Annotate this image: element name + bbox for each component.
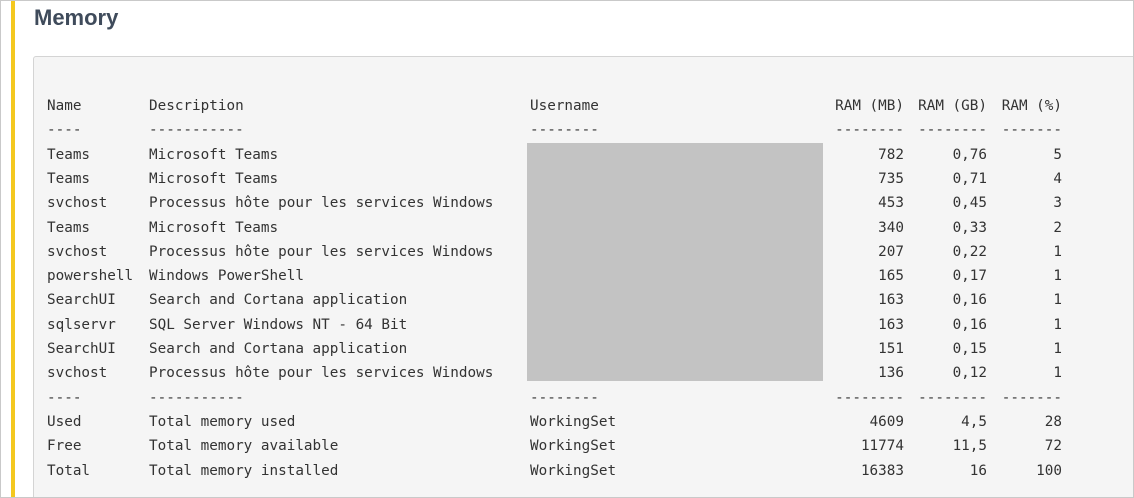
description-cell: Search and Cortana application bbox=[149, 341, 408, 357]
name-cell: Total bbox=[47, 462, 91, 479]
ram-pct-cell: 100 bbox=[1036, 462, 1062, 479]
ram-mb-cell: 151 bbox=[878, 341, 904, 357]
ram-gb-cell: 0,33 bbox=[952, 219, 987, 236]
name-cell: Teams bbox=[47, 146, 91, 163]
description-cell: Search and Cortana application bbox=[149, 292, 408, 309]
description-cell: SQL Server Windows NT - 64 Bit bbox=[149, 316, 408, 333]
ram-gb-cell: 0,17 bbox=[952, 268, 987, 285]
ram-gb-cell: 0,12 bbox=[952, 365, 987, 382]
ram-mb-cell: 165 bbox=[878, 268, 904, 285]
ram-pct-cell: 1 bbox=[1053, 292, 1062, 309]
ram-mb-cell: 453 bbox=[878, 195, 904, 212]
name-cell: ---- bbox=[47, 389, 82, 406]
ram-gb-cell: -------- bbox=[918, 389, 987, 406]
description-cell: Microsoft Teams bbox=[149, 146, 279, 163]
ram-pct-cell: 28 bbox=[1044, 413, 1062, 430]
username-cell: -------- bbox=[530, 122, 599, 139]
description-cell: Processus hôte pour les services Windows bbox=[149, 195, 494, 212]
ram-pct-cell: 1 bbox=[1053, 243, 1062, 260]
ram-pct-cell: RAM (%) bbox=[1001, 98, 1062, 114]
ram-gb-cell: 0,71 bbox=[952, 170, 987, 187]
description-cell: Description bbox=[149, 98, 244, 114]
memory-output-panel: Name Description Username RAM (MB) RAM (GB) R… bbox=[33, 56, 1133, 497]
username-cell: WorkingSet bbox=[530, 438, 617, 455]
summary-row: Used Total memory used WorkingSet 4609 4,5 28 bbox=[34, 410, 1133, 434]
username-cell: WorkingSet bbox=[530, 413, 617, 430]
ram-mb-cell: 136 bbox=[878, 365, 904, 382]
header-separator-row: ---- ----------- -------- -------- -------- -… bbox=[34, 118, 1133, 142]
ram-mb-cell: 16383 bbox=[860, 462, 904, 479]
ram-pct-cell: ------- bbox=[1001, 122, 1062, 139]
ram-pct-cell: 1 bbox=[1053, 341, 1062, 357]
accent-bar bbox=[11, 1, 15, 497]
ram-mb-cell: -------- bbox=[835, 389, 904, 406]
ram-pct-cell: 3 bbox=[1053, 195, 1062, 212]
name-cell: powershell bbox=[47, 268, 134, 285]
name-cell: sqlservr bbox=[47, 316, 116, 333]
description-cell: Total memory available bbox=[149, 438, 339, 455]
ram-mb-cell: 11774 bbox=[860, 438, 904, 455]
ram-mb-cell: -------- bbox=[835, 122, 904, 139]
summary-row: Total Total memory installed WorkingSet 163… bbox=[34, 459, 1133, 483]
ram-gb-cell: 4,5 bbox=[961, 413, 987, 430]
username-cell: WorkingSet bbox=[530, 462, 617, 479]
memory-report-window: Memory Name Description Username RAM (MB) RA… bbox=[0, 0, 1134, 498]
summary-separator-row: ---- ----------- -------- -------- -------- -… bbox=[34, 386, 1133, 410]
description-cell: Microsoft Teams bbox=[149, 219, 279, 236]
ram-mb-cell: 782 bbox=[878, 146, 904, 163]
name-cell: svchost bbox=[47, 365, 108, 382]
name-cell: SearchUI bbox=[47, 341, 116, 357]
ram-pct-cell: 1 bbox=[1053, 365, 1062, 382]
ram-pct-cell: 72 bbox=[1044, 438, 1062, 455]
description-cell: Processus hôte pour les services Windows bbox=[149, 243, 494, 260]
name-cell: Used bbox=[47, 413, 82, 430]
description-cell: Windows PowerShell bbox=[149, 268, 304, 285]
ram-mb-cell: 207 bbox=[878, 243, 904, 260]
ram-gb-cell: 0,22 bbox=[952, 243, 987, 260]
ram-mb-cell: 735 bbox=[878, 170, 904, 187]
name-cell: svchost bbox=[47, 195, 108, 212]
ram-mb-cell: 163 bbox=[878, 316, 904, 333]
ram-gb-cell: 0,15 bbox=[952, 341, 987, 357]
ram-pct-cell: 1 bbox=[1053, 268, 1062, 285]
name-cell: Name bbox=[47, 98, 82, 114]
ram-pct-cell: 4 bbox=[1053, 170, 1062, 187]
username-cell: Username bbox=[530, 98, 599, 114]
description-cell: ----------- bbox=[149, 389, 244, 406]
ram-gb-cell: 0,16 bbox=[952, 292, 987, 309]
summary-row: Free Total memory available WorkingSet 1177… bbox=[34, 434, 1133, 458]
ram-mb-cell: 4609 bbox=[869, 413, 904, 430]
ram-gb-cell: -------- bbox=[918, 122, 987, 139]
section-title: Memory bbox=[34, 5, 119, 30]
ram-gb-cell: 0,16 bbox=[952, 316, 987, 333]
name-cell: Free bbox=[47, 438, 82, 455]
ram-gb-cell: 11,5 bbox=[952, 438, 987, 455]
name-cell: svchost bbox=[47, 243, 108, 260]
name-cell: Teams bbox=[47, 219, 91, 236]
name-cell: Teams bbox=[47, 170, 91, 187]
name-cell: ---- bbox=[47, 122, 82, 139]
ram-pct-cell: 1 bbox=[1053, 316, 1062, 333]
ram-pct-cell: 5 bbox=[1053, 146, 1062, 163]
ram-mb-cell: RAM (MB) bbox=[835, 98, 904, 114]
name-cell: SearchUI bbox=[47, 292, 116, 309]
description-cell: Microsoft Teams bbox=[149, 170, 279, 187]
description-cell: Processus hôte pour les services Windows bbox=[149, 365, 494, 382]
ram-gb-cell: 0,45 bbox=[952, 195, 987, 212]
description-cell: Total memory installed bbox=[149, 462, 339, 479]
ram-pct-cell: ------- bbox=[1001, 389, 1062, 406]
description-cell: ----------- bbox=[149, 122, 244, 139]
ram-gb-cell: 0,76 bbox=[952, 146, 987, 163]
description-cell: Total memory used bbox=[149, 413, 296, 430]
username-cell: -------- bbox=[530, 389, 599, 406]
ram-mb-cell: 163 bbox=[878, 292, 904, 309]
ram-pct-cell: 2 bbox=[1053, 219, 1062, 236]
username-redaction-block bbox=[527, 143, 823, 381]
table-header-row: Name Description Username RAM (MB) RAM (GB) R… bbox=[34, 94, 1133, 118]
ram-mb-cell: 340 bbox=[878, 219, 904, 236]
ram-gb-cell: 16 bbox=[969, 462, 987, 479]
ram-gb-cell: RAM (GB) bbox=[918, 98, 987, 114]
